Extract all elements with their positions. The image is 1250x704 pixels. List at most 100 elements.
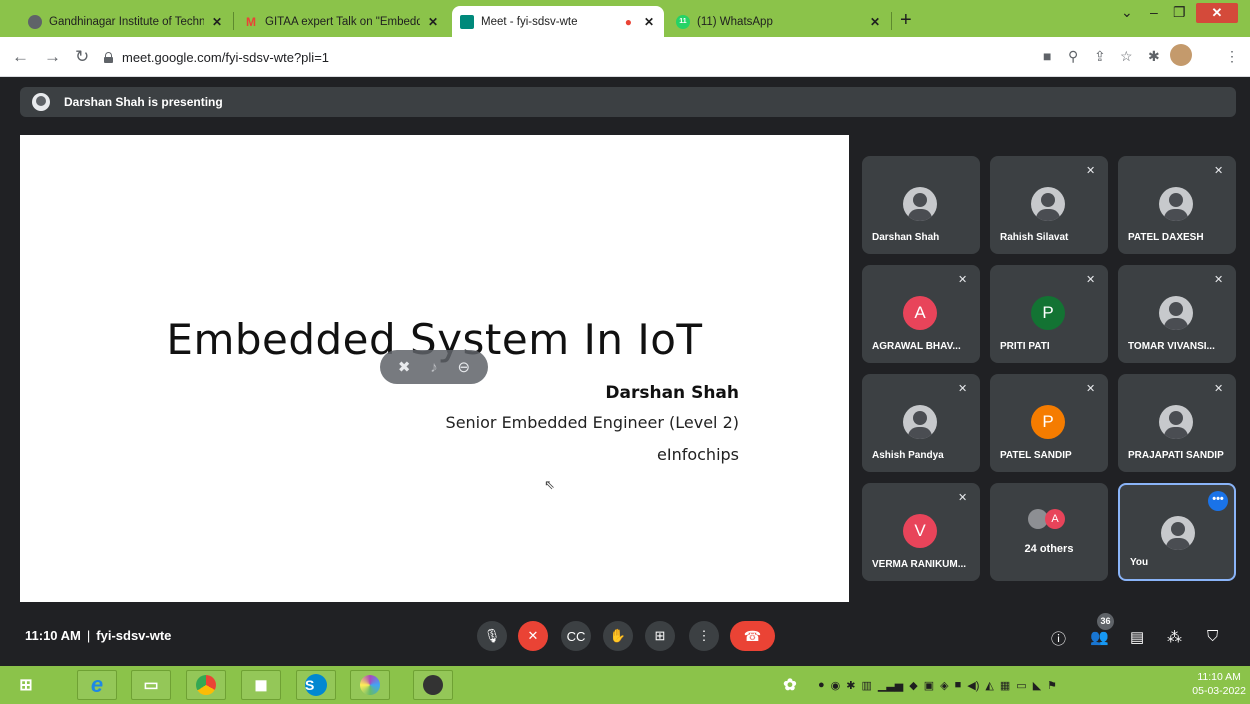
tray-icon[interactable]: ◆ <box>909 679 917 692</box>
tray-icon[interactable]: ◭ <box>985 679 993 692</box>
close-icon[interactable]: ✕ <box>210 15 224 29</box>
close-icon[interactable]: ✕ <box>642 15 656 29</box>
mic-off-icon: ✕ <box>1214 274 1224 286</box>
people-icon[interactable]: 👥 <box>1090 628 1109 646</box>
tray-icon[interactable]: ◈ <box>940 679 948 692</box>
chrome-icon[interactable] <box>186 670 226 700</box>
reload-button[interactable]: ↻ <box>75 47 89 67</box>
menu-icon[interactable]: ⋮ <box>1225 48 1239 65</box>
mic-off-icon: ✕ <box>1086 165 1096 177</box>
file-explorer-icon[interactable]: ▭ <box>131 670 171 700</box>
slide-company: eInfochips <box>657 445 739 464</box>
meeting-controls-bar: 11:10 AM | fyi-sdsv-wte 🎙 ✕ CC ✋ ⊞ ⋮ ☎ ⓘ 👥… <box>0 605 1250 665</box>
tray-icon[interactable]: ■ <box>955 679 962 692</box>
mouse-cursor-icon: ⇖ <box>544 477 555 492</box>
tray-icon[interactable]: ● <box>818 679 825 692</box>
tab-gandhinagar[interactable]: Gandhinagar Institute of Technolo ✕ <box>20 6 232 37</box>
new-tab-button[interactable]: + <box>900 9 912 32</box>
tray-app-icon[interactable]: ✿ <box>770 670 810 700</box>
camera-icon[interactable]: ■ <box>1043 48 1051 64</box>
remove-icon[interactable]: ⊖ <box>458 358 471 376</box>
tab-title: Meet - fyi-sdsv-wte <box>481 15 578 28</box>
start-button[interactable]: ⊞ <box>6 670 46 700</box>
camera-off-button[interactable]: ✕ <box>518 621 548 651</box>
presentation-controls: ✖ ♪ ⊖ <box>380 350 488 384</box>
participant-name: Ashish Pandya <box>872 450 944 461</box>
store-icon[interactable]: ◼ <box>241 670 281 700</box>
participant-tile[interactable]: ✕ TOMAR VIVANSI... <box>1118 265 1236 363</box>
participant-tile[interactable]: ✕ A AGRAWAL BHAV... <box>862 265 980 363</box>
activities-icon[interactable]: ⁂ <box>1167 628 1182 646</box>
back-button[interactable]: ← <box>12 47 29 67</box>
tab-whatsapp[interactable]: 11 (11) WhatsApp ✕ <box>668 6 890 37</box>
present-button[interactable]: ⊞ <box>645 621 675 651</box>
network-icon[interactable]: ▥ <box>861 679 871 692</box>
mute-off-icon[interactable]: ♪ <box>430 359 438 376</box>
others-tile[interactable]: A 24 others <box>990 483 1108 581</box>
self-tile[interactable]: ••• You <box>1118 483 1236 581</box>
participant-tile[interactable]: ✕ P PATEL SANDIP <box>990 374 1108 472</box>
participant-tile[interactable]: ✕ PATEL DAXESH <box>1118 156 1236 254</box>
participant-tile[interactable]: ✕ PRAJAPATI SANDIP <box>1118 374 1236 472</box>
close-icon[interactable]: ✕ <box>426 15 440 29</box>
tab-meet[interactable]: Meet - fyi-sdsv-wte ● ✕ <box>452 6 664 37</box>
avatar: P <box>1031 296 1065 330</box>
chat-icon[interactable]: ▤ <box>1130 628 1144 646</box>
url-text: meet.google.com/fyi-sdsv-wte?pli=1 <box>122 49 330 65</box>
tray-icon[interactable]: ◣ <box>1033 679 1041 692</box>
participant-name: TOMAR VIVANSI... <box>1128 341 1215 352</box>
tray-icon[interactable]: ▣ <box>924 679 934 692</box>
volume-icon[interactable]: ◀) <box>967 679 979 692</box>
display-icon[interactable]: ▭ <box>1016 679 1026 692</box>
avatar: A <box>1045 509 1065 529</box>
forward-button[interactable]: → <box>44 47 61 67</box>
obs-icon[interactable] <box>413 670 453 700</box>
tray-icon[interactable]: ◉ <box>831 679 841 692</box>
windows-taskbar: ⊞ e ▭ ◼ S ✿ ● ◉ ✱ ▥ ▁▃▅ ◆ ▣ ◈ ■ ◀) ◭ ▦ ▭… <box>0 666 1250 704</box>
host-controls-icon[interactable]: ⛉ <box>1207 628 1218 645</box>
pin-off-icon[interactable]: ✖ <box>398 358 411 376</box>
participant-tile[interactable]: ✕ P PRITI PATI <box>990 265 1108 363</box>
tab-search-icon[interactable]: ⌄ <box>1121 4 1133 21</box>
participant-tile[interactable]: ✕ Ashish Pandya <box>862 374 980 472</box>
avatar <box>1161 516 1195 550</box>
address-bar[interactable]: meet.google.com/fyi-sdsv-wte?pli=1 <box>104 44 1104 70</box>
mic-off-icon: ✕ <box>1086 274 1096 286</box>
bluetooth-icon[interactable]: ✱ <box>846 679 855 692</box>
more-options-icon[interactable]: ••• <box>1208 491 1228 511</box>
internet-explorer-icon[interactable]: e <box>77 670 117 700</box>
restore-button[interactable]: ❐ <box>1173 4 1186 21</box>
participant-name: PRAJAPATI SANDIP <box>1128 450 1224 461</box>
participant-tile[interactable]: ✕ Rahish Silavat <box>990 156 1108 254</box>
close-icon[interactable]: ✕ <box>868 15 882 29</box>
profile-avatar[interactable] <box>1170 44 1192 66</box>
presenting-text: Darshan Shah is presenting <box>64 95 223 109</box>
tab-gitaa[interactable]: M GITAA expert Talk on "Embedded ✕ <box>236 6 448 37</box>
tray-icon[interactable]: ▦ <box>1000 679 1010 692</box>
window-close-button[interactable]: ✕ <box>1196 3 1238 23</box>
leave-call-button[interactable]: ☎ <box>730 621 775 651</box>
tray-icon[interactable]: ⚑ <box>1047 679 1057 692</box>
info-icon[interactable]: ⓘ <box>1051 628 1066 649</box>
raise-hand-button[interactable]: ✋ <box>603 621 633 651</box>
skype-icon[interactable]: S <box>296 670 336 700</box>
participant-tile[interactable]: ✕ V VERMA RANIKUM... <box>862 483 980 581</box>
more-options-button[interactable]: ⋮ <box>689 621 719 651</box>
gmail-icon: M <box>246 14 256 29</box>
whatsapp-icon: 11 <box>676 14 690 29</box>
avatar <box>903 405 937 439</box>
others-count: 24 others <box>1024 543 1074 555</box>
tab-title: Gandhinagar Institute of Technolo <box>49 15 204 28</box>
app-icon[interactable] <box>350 670 390 700</box>
share-icon[interactable]: ⇪ <box>1094 48 1106 65</box>
extensions-icon[interactable]: ✱ <box>1148 48 1160 65</box>
participant-tile[interactable]: Darshan Shah <box>862 156 980 254</box>
taskbar-clock[interactable]: 11:10 AM 05-03-2022 <box>1192 670 1246 698</box>
minimize-button[interactable]: – <box>1150 4 1158 20</box>
bookmark-star-icon[interactable]: ☆ <box>1120 48 1133 65</box>
zoom-icon[interactable]: ⚲ <box>1068 48 1078 65</box>
signal-icon[interactable]: ▁▃▅ <box>878 679 903 692</box>
participant-name: PRITI PATI <box>1000 341 1050 352</box>
captions-button[interactable]: CC <box>561 621 591 651</box>
microphone-button[interactable]: 🎙 <box>477 621 507 651</box>
